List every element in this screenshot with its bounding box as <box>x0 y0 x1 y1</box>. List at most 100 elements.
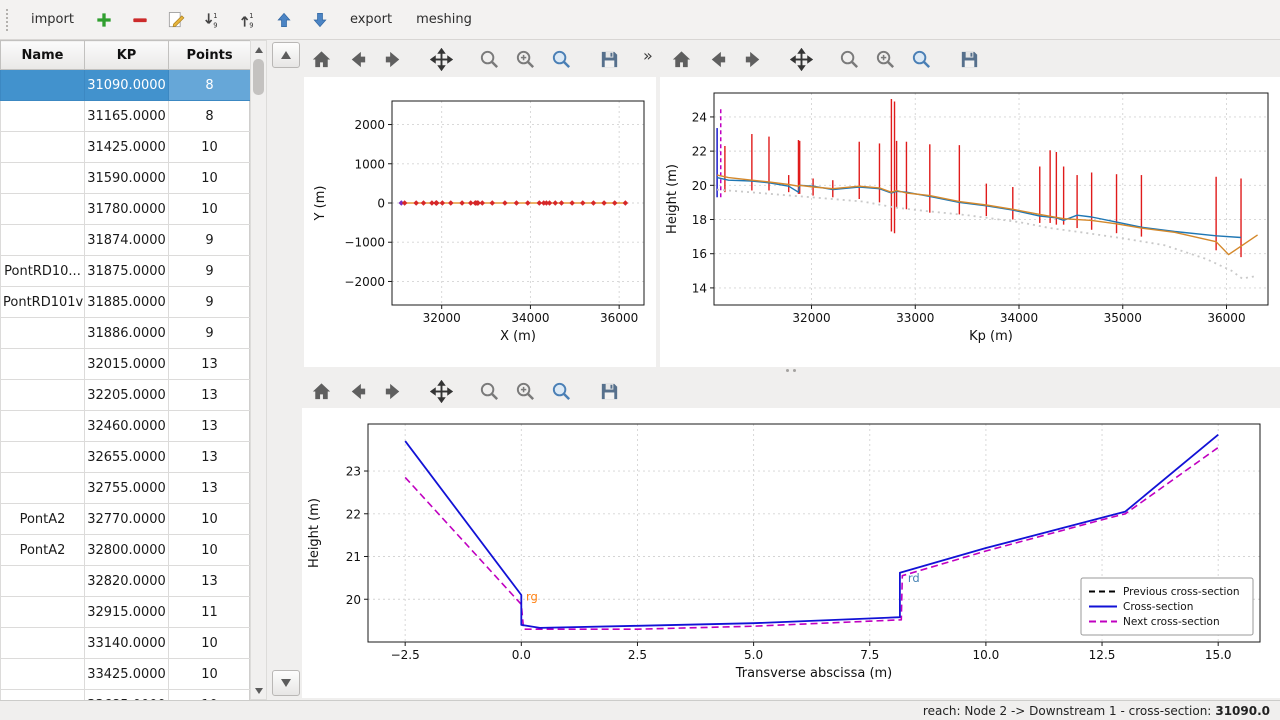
pan-button[interactable] <box>426 376 456 406</box>
points-cell[interactable]: 10 <box>169 628 251 659</box>
table-row[interactable]: 33140.000010 <box>1 628 251 659</box>
scrollbar-thumb[interactable] <box>253 59 264 95</box>
save-button[interactable] <box>594 376 624 406</box>
table-row[interactable]: 32015.000013 <box>1 349 251 380</box>
table-row[interactable]: 31780.000010 <box>1 194 251 225</box>
table-row[interactable]: PontRD10...31875.00009 <box>1 256 251 287</box>
table-scrollbar[interactable] <box>250 40 267 700</box>
name-cell[interactable] <box>1 70 85 101</box>
name-cell[interactable] <box>1 163 85 194</box>
kp-cell[interactable]: 31590.0000 <box>85 163 169 194</box>
name-cell[interactable] <box>1 659 85 690</box>
table-row[interactable]: PontA232770.000010 <box>1 504 251 535</box>
kp-cell[interactable]: 32915.0000 <box>85 597 169 628</box>
kp-cell[interactable]: 31874.0000 <box>85 225 169 256</box>
name-cell[interactable] <box>1 380 85 411</box>
points-cell[interactable]: 10 <box>169 659 251 690</box>
name-cell[interactable] <box>1 225 85 256</box>
table-row[interactable]: 31874.00009 <box>1 225 251 256</box>
name-cell[interactable]: PontRD10... <box>1 256 85 287</box>
subplots-button[interactable] <box>870 44 900 74</box>
home-button[interactable] <box>306 376 336 406</box>
scroll-down-button[interactable] <box>251 683 266 698</box>
points-cell[interactable]: 10 <box>169 535 251 566</box>
kp-cell[interactable]: 31090.0000 <box>85 70 169 101</box>
points-cell[interactable]: 13 <box>169 473 251 504</box>
table-row[interactable]: 32205.000013 <box>1 380 251 411</box>
import-button[interactable]: import <box>23 7 82 32</box>
kp-cell[interactable]: 31885.0000 <box>85 287 169 318</box>
edit-cross-section-button[interactable] <box>162 6 190 34</box>
kp-cell[interactable]: 32460.0000 <box>85 411 169 442</box>
export-button[interactable]: export <box>342 7 400 32</box>
name-cell[interactable] <box>1 597 85 628</box>
name-cell[interactable] <box>1 566 85 597</box>
name-cell[interactable] <box>1 411 85 442</box>
meshing-button[interactable]: meshing <box>408 7 480 32</box>
kp-cell[interactable]: 31425.0000 <box>85 132 169 163</box>
table-row[interactable]: 32820.000013 <box>1 566 251 597</box>
name-cell[interactable] <box>1 194 85 225</box>
name-cell[interactable] <box>1 349 85 380</box>
sort-descending-button[interactable] <box>198 6 226 34</box>
kp-cell[interactable]: 32800.0000 <box>85 535 169 566</box>
points-cell[interactable]: 9 <box>169 256 251 287</box>
points-cell[interactable]: 13 <box>169 411 251 442</box>
subplots-button[interactable] <box>510 376 540 406</box>
plan-view-chart[interactable]: 320003400036000200010000−1000−2000X (m)Y… <box>304 77 656 367</box>
kp-cell[interactable]: 32755.0000 <box>85 473 169 504</box>
points-cell[interactable]: 13 <box>169 349 251 380</box>
customize-button[interactable] <box>546 44 576 74</box>
back-button[interactable] <box>702 44 732 74</box>
move-up-button[interactable] <box>270 6 298 34</box>
table-row[interactable]: 31165.00008 <box>1 101 251 132</box>
back-button[interactable] <box>342 376 372 406</box>
table-row[interactable]: 32655.000013 <box>1 442 251 473</box>
points-cell[interactable]: 13 <box>169 442 251 473</box>
table-row[interactable]: 32460.000013 <box>1 411 251 442</box>
longitudinal-profile-chart[interactable]: 3200033000340003500036000141618202224Kp … <box>660 77 1280 367</box>
add-cross-section-button[interactable] <box>90 6 118 34</box>
kp-cell[interactable]: 31875.0000 <box>85 256 169 287</box>
table-row[interactable]: PontA232800.000010 <box>1 535 251 566</box>
table-row[interactable]: PontRD101v31885.00009 <box>1 287 251 318</box>
table-row[interactable]: 31590.000010 <box>1 163 251 194</box>
table-row[interactable]: 31886.00009 <box>1 318 251 349</box>
zoom-button[interactable] <box>474 376 504 406</box>
cross-section-chart[interactable]: −2.50.02.55.07.510.012.515.020212223Tran… <box>302 408 1280 698</box>
remove-cross-section-button[interactable] <box>126 6 154 34</box>
splitter-handle[interactable] <box>786 367 796 373</box>
forward-button[interactable] <box>378 376 408 406</box>
name-cell[interactable]: PontRD101v <box>1 287 85 318</box>
kp-cell[interactable]: 33425.0000 <box>85 659 169 690</box>
name-cell[interactable] <box>1 628 85 659</box>
subplots-button[interactable] <box>510 44 540 74</box>
kp-cell[interactable]: 32015.0000 <box>85 349 169 380</box>
name-cell[interactable] <box>1 101 85 132</box>
back-button[interactable] <box>342 44 372 74</box>
table-row[interactable]: 32755.000013 <box>1 473 251 504</box>
points-cell[interactable]: 10 <box>169 132 251 163</box>
forward-button[interactable] <box>738 44 768 74</box>
zoom-button[interactable] <box>834 44 864 74</box>
save-button[interactable] <box>954 44 984 74</box>
points-cell[interactable]: 9 <box>169 287 251 318</box>
points-cell[interactable]: 8 <box>169 101 251 132</box>
kp-cell[interactable]: 32820.0000 <box>85 566 169 597</box>
column-header[interactable]: Points <box>169 41 251 70</box>
table-row[interactable]: 31425.000010 <box>1 132 251 163</box>
name-cell[interactable] <box>1 473 85 504</box>
pan-button[interactable] <box>426 44 456 74</box>
points-cell[interactable]: 9 <box>169 225 251 256</box>
kp-cell[interactable]: 31165.0000 <box>85 101 169 132</box>
name-cell[interactable] <box>1 132 85 163</box>
kp-cell[interactable]: 32655.0000 <box>85 442 169 473</box>
pan-button[interactable] <box>786 44 816 74</box>
points-cell[interactable]: 10 <box>169 504 251 535</box>
kp-cell[interactable]: 33140.0000 <box>85 628 169 659</box>
table-row[interactable]: 32915.000011 <box>1 597 251 628</box>
forward-button[interactable] <box>378 44 408 74</box>
table-row[interactable]: 33425.000010 <box>1 659 251 690</box>
customize-button[interactable] <box>546 376 576 406</box>
points-cell[interactable]: 10 <box>169 163 251 194</box>
